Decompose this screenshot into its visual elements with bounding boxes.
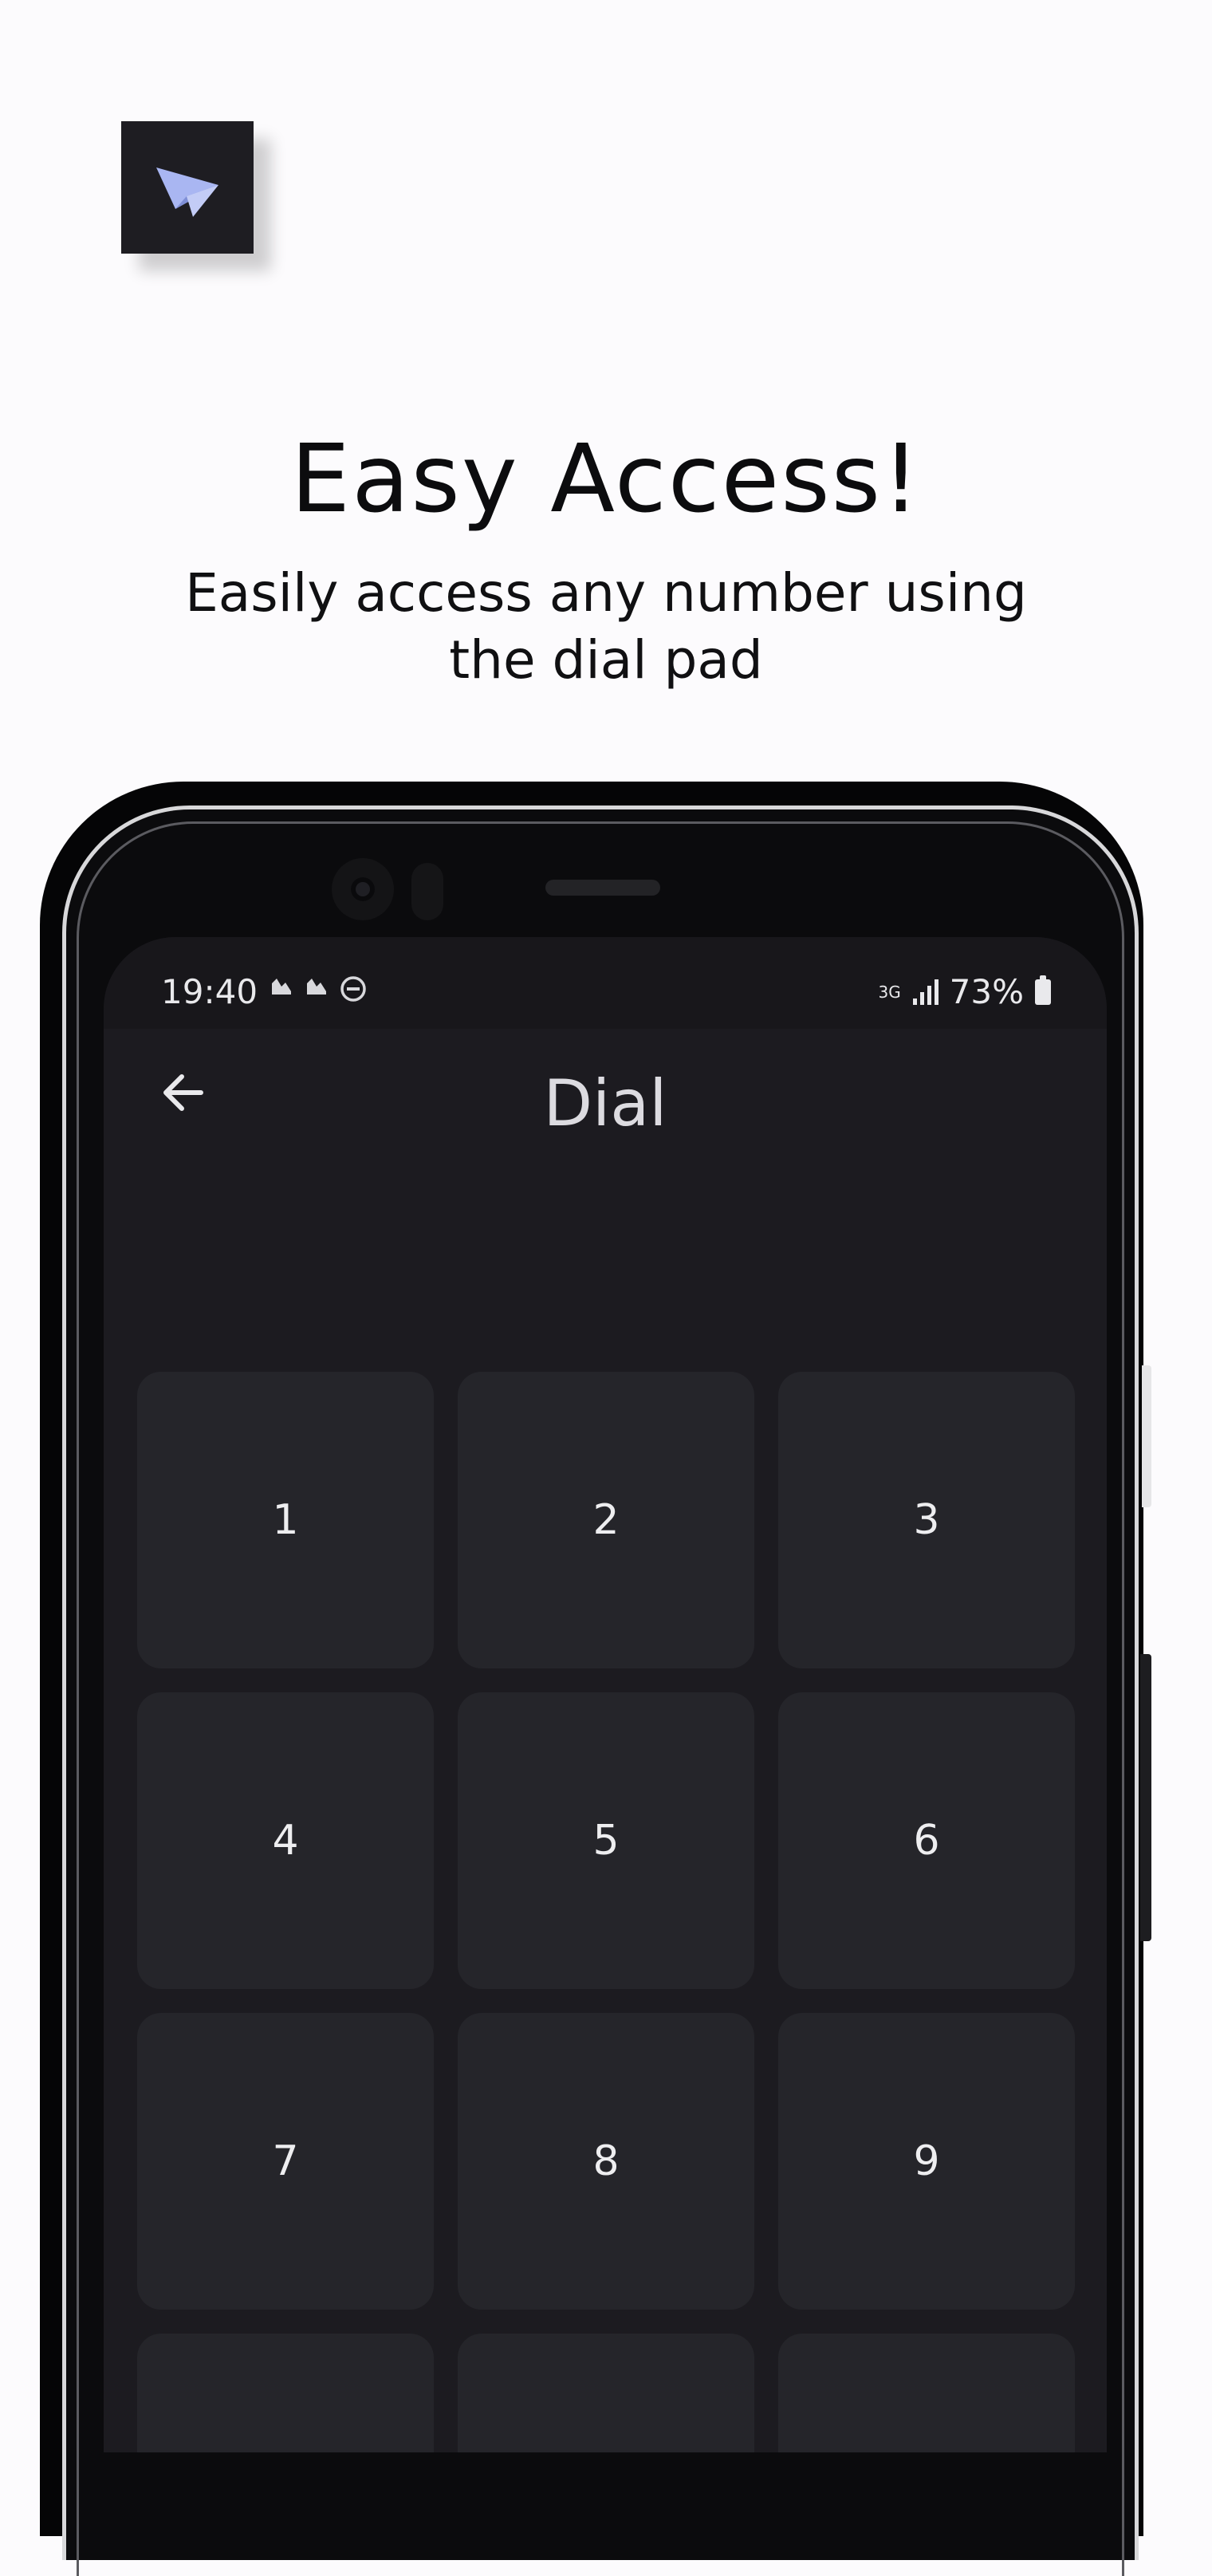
status-time: 19:40 [161, 972, 258, 1011]
proximity-sensor [411, 863, 443, 920]
battery-icon [1035, 975, 1051, 1005]
dial-key-11[interactable] [458, 2334, 754, 2452]
dial-key-8[interactable]: 8 [458, 2013, 754, 2310]
page-subtitle: Easily access any number using the dial … [0, 560, 1212, 694]
status-system-indicators: 3G 73% [878, 972, 1051, 1011]
front-camera [332, 858, 394, 920]
subtitle-line-1: Easily access any number using [185, 562, 1027, 624]
dial-key-7[interactable]: 7 [137, 2013, 434, 2310]
battery-percent: 73% [949, 972, 1024, 1011]
dial-key-3[interactable]: 3 [778, 1372, 1075, 1668]
dial-key-6[interactable]: 6 [778, 1692, 1075, 1989]
do-not-disturb-icon [340, 975, 367, 1009]
signal-strength-icon [912, 979, 939, 1005]
network-type: 3G [878, 984, 902, 1000]
page-title: Easy Access! [290, 423, 922, 534]
dial-pad: 1 2 3 4 5 6 7 8 9 [137, 1372, 1075, 2452]
dial-key-4[interactable]: 4 [137, 1692, 434, 1989]
paper-plane-icon [156, 167, 218, 217]
dial-key-10[interactable] [137, 2334, 434, 2452]
earpiece-speaker [545, 880, 660, 896]
status-notification-icons [270, 975, 367, 1009]
status-bar: 19:40 3G 73% [104, 937, 1107, 1029]
dial-key-1[interactable]: 1 [137, 1372, 434, 1668]
app-bar: Dial [104, 1029, 1107, 1156]
phone-screen: 19:40 3G 73% Dial 1 2 3 4 5 6 7 8 9 [104, 937, 1107, 2452]
dial-key-9[interactable]: 9 [778, 2013, 1075, 2310]
dial-key-12[interactable] [778, 2334, 1075, 2452]
screen-title: Dial [543, 1066, 667, 1140]
dial-key-2[interactable]: 2 [458, 1372, 754, 1668]
app-logo [121, 121, 254, 254]
phone-power-button [1140, 1654, 1151, 1941]
network-type-label: 3G [878, 982, 901, 1002]
dial-key-5[interactable]: 5 [458, 1692, 754, 1989]
notification-icon [305, 975, 329, 1009]
phone-side-button [1142, 1365, 1151, 1507]
subtitle-line-2: the dial pad [449, 629, 763, 691]
notification-icon [270, 975, 293, 1009]
